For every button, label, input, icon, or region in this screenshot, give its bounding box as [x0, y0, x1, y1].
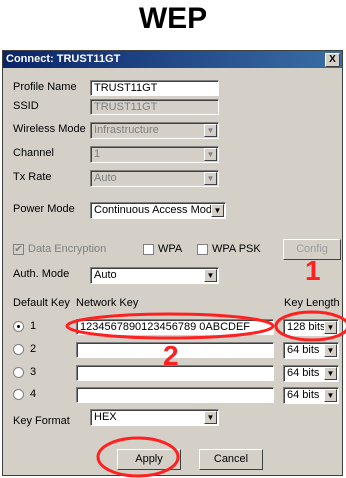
auth-mode-select[interactable]: Auto ▼ [90, 267, 219, 284]
wireless-mode-label: Wireless Mode [13, 123, 86, 135]
annotation-number-2: 2 [163, 340, 179, 371]
tx-rate-select: Auto ▼ [90, 170, 219, 187]
data-encryption-label: Data Encryption [28, 243, 107, 255]
network-key-field-1[interactable]: 1234567890123456789 0ABCDEF [76, 319, 274, 335]
ssid-label: SSID [13, 100, 39, 112]
chevron-down-icon[interactable]: ▼ [324, 344, 337, 357]
data-encryption-checkbox: ✔ [13, 244, 24, 255]
close-icon[interactable]: X [325, 53, 340, 67]
auth-mode-label: Auth. Mode [13, 268, 70, 280]
wpa-label: WPA [158, 243, 183, 255]
key-number-2: 2 [30, 343, 37, 355]
profile-name-label: Profile Name [13, 81, 77, 93]
key-format-label: Key Format [13, 415, 70, 427]
chevron-down-icon: ▼ [204, 124, 217, 137]
power-mode-label: Power Mode [13, 203, 75, 215]
tx-rate-label: Tx Rate [13, 171, 52, 183]
key-length-select-2[interactable]: 64 bits ▼ [283, 342, 339, 359]
connect-dialog: Connect: TRUST11GT X Profile Name TRUST1… [2, 50, 343, 476]
wpa-psk-label: WPA PSK [212, 243, 261, 255]
wpa-checkbox[interactable] [143, 244, 154, 255]
power-mode-select[interactable]: Continuous Access Mode ▼ [90, 202, 226, 219]
key-number-3: 3 [30, 366, 37, 378]
power-mode-value: Continuous Access Mode [94, 204, 219, 216]
channel-value: 1 [94, 148, 101, 160]
key-length-value-3: 64 bits [287, 367, 320, 379]
channel-select: 1 ▼ [90, 146, 219, 163]
key-format-select[interactable]: HEX ▼ [90, 409, 219, 426]
default-key-radio-3[interactable] [13, 367, 24, 378]
key-length-value-1: 128 bits [287, 321, 326, 333]
tx-rate-value: Auto [94, 172, 117, 184]
default-key-radio-4[interactable] [13, 389, 24, 400]
wireless-mode-select: Infrastructure ▼ [90, 122, 219, 139]
apply-button[interactable]: Apply [117, 449, 181, 470]
chevron-down-icon[interactable]: ▼ [324, 389, 337, 402]
key-length-value-2: 64 bits [287, 344, 320, 356]
key-number-1: 1 [30, 320, 37, 332]
wpa-psk-checkbox[interactable] [197, 244, 208, 255]
network-key-header: Network Key [76, 297, 139, 309]
channel-label: Channel [13, 147, 54, 159]
key-length-select-4[interactable]: 64 bits ▼ [283, 387, 339, 404]
chevron-down-icon[interactable]: ▼ [211, 204, 224, 217]
annotation-number-1: 1 [305, 255, 321, 286]
key-length-select-3[interactable]: 64 bits ▼ [283, 365, 339, 382]
default-key-header: Default Key [13, 297, 70, 309]
key-number-4: 4 [30, 388, 37, 400]
chevron-down-icon[interactable]: ▼ [324, 367, 337, 380]
profile-name-field[interactable]: TRUST11GT [90, 80, 219, 96]
dialog-title-bar: Connect: TRUST11GT X [3, 51, 342, 68]
default-key-radio-1[interactable] [13, 321, 24, 332]
network-key-field-4[interactable] [76, 387, 274, 403]
wireless-mode-value: Infrastructure [94, 124, 159, 136]
auth-mode-value: Auto [94, 269, 117, 281]
ssid-field: TRUST11GT [90, 99, 219, 115]
key-length-select-1[interactable]: 128 bits ▼ [283, 319, 339, 336]
chevron-down-icon[interactable]: ▼ [204, 411, 217, 424]
key-format-value: HEX [94, 411, 117, 423]
page-heading: WEP [138, 2, 208, 35]
chevron-down-icon[interactable]: ▼ [324, 321, 337, 334]
default-key-radio-2[interactable] [13, 344, 24, 355]
chevron-down-icon: ▼ [204, 172, 217, 185]
dialog-title: Connect: TRUST11GT [6, 53, 121, 65]
key-length-value-4: 64 bits [287, 389, 320, 401]
chevron-down-icon: ▼ [204, 148, 217, 161]
key-length-header: Key Length [284, 297, 340, 309]
cancel-button[interactable]: Cancel [199, 449, 263, 470]
chevron-down-icon[interactable]: ▼ [204, 269, 217, 282]
